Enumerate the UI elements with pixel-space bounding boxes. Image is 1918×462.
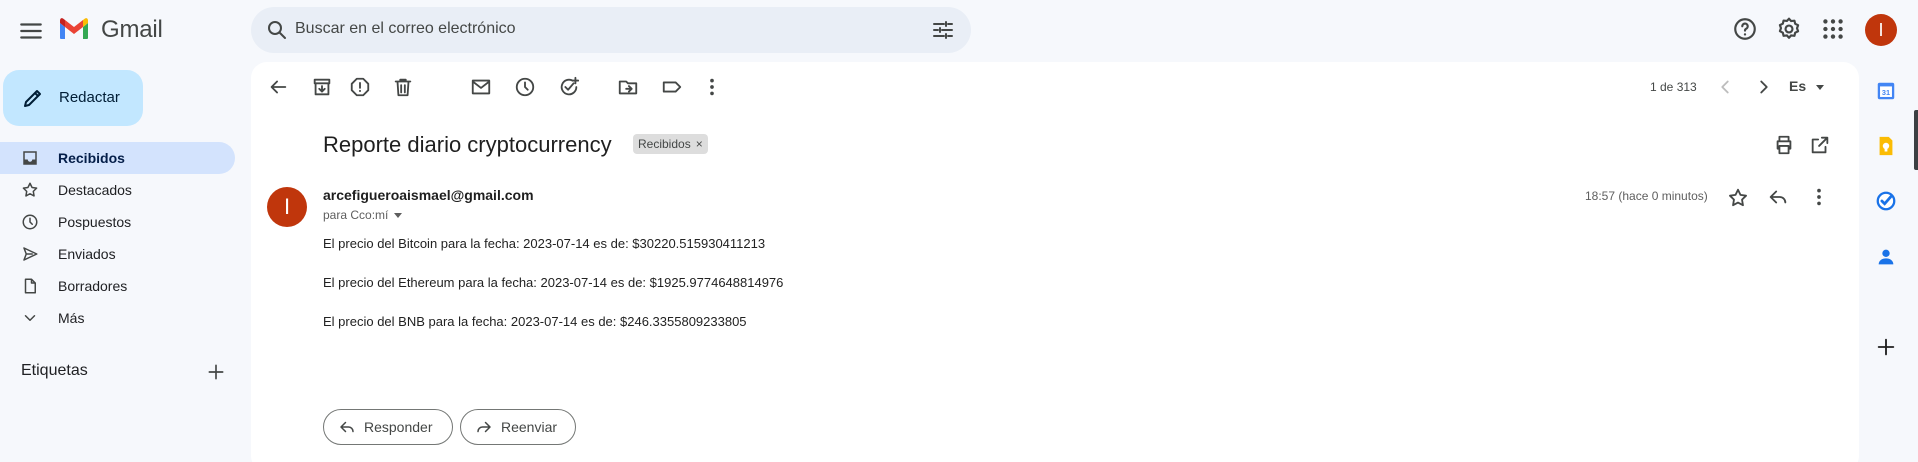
archive-icon[interactable] [311,76,333,98]
draft-icon [24,278,36,294]
email-subject: Reporte diario cryptocurrency [323,132,612,157]
print-icon[interactable] [1773,134,1795,156]
back-arrow-icon[interactable] [267,76,289,98]
sidebar-item-label: Recibidos [58,150,125,166]
sidebar-item-snoozed[interactable]: Pospuestos [0,206,235,238]
newer-chevron-icon[interactable] [1714,76,1736,98]
forward-button[interactable]: Reenviar [460,409,576,445]
star-icon [22,182,38,197]
pagination-text: 1 de 313 [1650,80,1697,94]
help-icon[interactable] [1732,16,1758,42]
pencil-icon [24,90,41,107]
more-vert-icon[interactable] [701,76,723,98]
caret-down-icon [1816,84,1825,90]
inbox-icon [23,151,37,165]
add-addon-icon[interactable] [1875,336,1897,358]
compose-button[interactable]: Redactar [3,70,143,126]
recipients-toggle[interactable]: para Cco:mí [323,208,403,222]
sidebar-item-drafts[interactable]: Borradores [0,270,235,302]
top-bar: Gmail Buscar en el correo electrónico I [0,0,1918,60]
search-icon[interactable] [265,18,289,42]
body-line-bitcoin: El precio del Bitcoin para la fecha: 202… [323,236,766,251]
compose-label: Redactar [59,89,120,106]
calendar-icon[interactable]: 31 [1875,80,1897,102]
clock-icon [22,214,38,230]
recipients-text: para Cco:mí [323,208,389,222]
reply-button[interactable]: Responder [323,409,453,445]
email-view: 1 de 313 Es Reporte diario cryptocurrenc… [251,62,1859,462]
input-language-select[interactable]: Es [1789,78,1825,94]
settings-icon[interactable] [1776,16,1802,42]
account-avatar[interactable]: I [1865,14,1897,46]
email-timestamp: 18:57 (hace 0 minutos) [1585,189,1708,203]
sidebar-item-label: Borradores [58,278,128,294]
reply-icon [340,421,354,433]
delete-icon[interactable] [392,76,414,98]
sender-avatar[interactable]: I [267,187,307,227]
svg-text:31: 31 [1882,88,1890,97]
sidebar-item-more[interactable]: Más [0,302,235,334]
window-edge [1914,110,1918,170]
sender-address[interactable]: arcefigueroaismael@gmail.com [323,187,534,203]
sidebar-item-inbox[interactable]: Recibidos [0,142,235,174]
main-menu-icon[interactable] [18,18,44,44]
open-new-window-icon[interactable] [1809,134,1831,156]
report-spam-icon[interactable] [349,76,371,98]
send-icon [23,247,38,261]
search-input[interactable]: Buscar en el correo electrónico [295,20,516,38]
sidebar-item-label: Destacados [58,182,132,198]
sidebar-item-starred[interactable]: Destacados [0,174,235,206]
body-line-bnb: El precio del BNB para la fecha: 2023-07… [323,314,747,329]
mark-unread-icon[interactable] [470,76,492,98]
forward-label: Reenviar [501,419,558,435]
sidebar-item-label: Más [58,310,85,326]
chevron-down-icon [24,315,36,321]
snooze-icon[interactable] [514,76,536,98]
star-icon[interactable] [1727,187,1749,209]
body-line-ethereum: El precio del Ethereum para la fecha: 20… [323,275,784,290]
inbox-label-chip: Recibidos × [633,134,708,154]
search-options-icon[interactable] [931,18,955,42]
more-vert-icon[interactable] [1808,186,1830,208]
tasks-icon[interactable] [1875,190,1897,212]
contacts-icon[interactable] [1875,246,1897,268]
reply-icon[interactable] [1767,186,1789,208]
remove-label-icon[interactable]: × [696,137,703,151]
reply-label: Responder [364,419,433,435]
forward-icon [477,421,491,433]
labels-heading: Etiquetas [21,362,88,379]
add-task-icon[interactable] [558,76,580,98]
chip-label: Recibidos [638,137,691,151]
sidebar-item-label: Pospuestos [58,214,132,230]
caret-down-icon [394,213,403,219]
apps-grid-icon[interactable] [1820,16,1846,42]
move-to-icon[interactable] [617,76,639,98]
sidebar-item-sent[interactable]: Enviados [0,238,235,270]
label-icon[interactable] [661,76,683,98]
keep-icon[interactable] [1875,135,1897,157]
language-label: Es [1789,78,1807,94]
gmail-logo[interactable] [58,16,90,42]
sidebar-item-label: Enviados [58,246,116,262]
older-chevron-icon[interactable] [1753,76,1775,98]
add-label-icon[interactable] [206,362,226,382]
app-name: Gmail [101,16,163,43]
search-bar[interactable]: Buscar en el correo electrónico [251,7,971,53]
